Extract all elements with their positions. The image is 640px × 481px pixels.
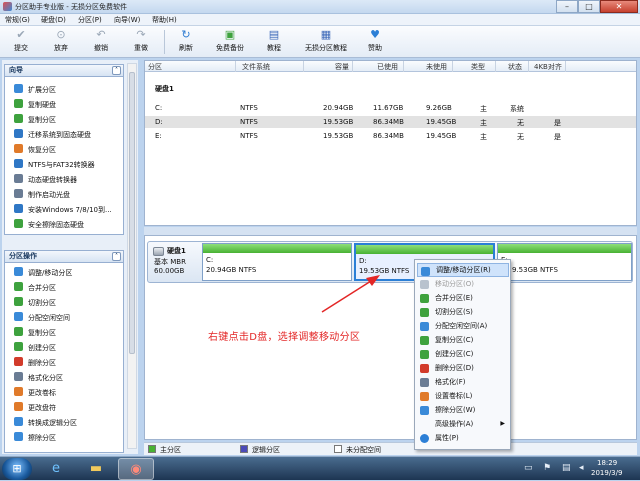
cm-label: 调整/移动分区(R) xyxy=(436,266,491,274)
cm-label: 高级操作(A) xyxy=(435,420,474,428)
cm-merge[interactable]: 合并分区(E) xyxy=(417,291,509,305)
cm-label: 擦除分区(W) xyxy=(435,406,476,414)
annotation-text: 右键点击D盘，选择调整移动分区 xyxy=(208,332,361,343)
clock-time[interactable]: 18:29 xyxy=(597,459,617,467)
format-icon xyxy=(420,378,429,387)
cm-label: 格式化(F) xyxy=(435,378,466,386)
move-icon xyxy=(420,280,429,289)
cm-label: 创建分区(C) xyxy=(435,350,474,358)
tray-display-icon[interactable]: ▭ xyxy=(524,463,533,473)
annotation-arrow xyxy=(321,275,380,313)
cm-copy[interactable]: 复制分区(C) xyxy=(417,333,509,347)
create-icon xyxy=(420,350,429,359)
cm-properties[interactable]: 属性(P) xyxy=(417,431,509,445)
explorer-taskbar-icon[interactable]: ▬ xyxy=(78,458,114,480)
properties-icon xyxy=(420,434,429,443)
cm-set-label[interactable]: 设置卷标(L) xyxy=(417,389,509,403)
tray-network-icon[interactable]: ▤ xyxy=(562,463,571,473)
cm-label: 设置卷标(L) xyxy=(435,392,473,400)
cm-resize-move[interactable]: 调整/移动分区(R) xyxy=(417,263,509,277)
ie-taskbar-icon[interactable]: e xyxy=(38,458,74,480)
submenu-arrow-icon: ▶ xyxy=(500,420,505,427)
cm-label: 复制分区(C) xyxy=(435,336,474,344)
cm-wipe[interactable]: 擦除分区(W) xyxy=(417,403,509,417)
wipe-icon xyxy=(420,406,429,415)
tray-volume-icon[interactable]: ◂ xyxy=(579,463,584,473)
cm-label: 切割分区(S) xyxy=(435,308,473,316)
cm-label: 属性(P) xyxy=(435,434,459,442)
cm-delete[interactable]: 删除分区(D) xyxy=(417,361,509,375)
context-menu: 调整/移动分区(R) 移动分区(O) 合并分区(E) 切割分区(S) 分配空闲空… xyxy=(414,259,511,450)
cm-split[interactable]: 切割分区(S) xyxy=(417,305,509,319)
start-button[interactable]: ⊞ xyxy=(2,458,32,480)
resize-icon xyxy=(421,267,430,276)
cm-label: 分配空闲空间(A) xyxy=(435,322,488,330)
merge-icon xyxy=(420,294,429,303)
cm-label: 移动分区(O) xyxy=(435,280,474,288)
taskbar: ⊞ e ▬ ◉ ▭ ⚑ ▤ ◂ 18:29 2019/3/9 xyxy=(0,456,640,480)
partition-assistant-taskbar-icon[interactable]: ◉ xyxy=(118,458,154,480)
cm-label: 合并分区(E) xyxy=(435,294,473,302)
cm-advanced[interactable]: 高级操作(A) ▶ xyxy=(417,417,509,431)
cm-format[interactable]: 格式化(F) xyxy=(417,375,509,389)
cm-move[interactable]: 移动分区(O) xyxy=(417,277,509,291)
tray-flag-icon[interactable]: ⚑ xyxy=(543,463,551,473)
clock-date[interactable]: 2019/3/9 xyxy=(591,469,622,477)
allocate-icon xyxy=(420,322,429,331)
cm-label: 删除分区(D) xyxy=(435,364,474,372)
cm-create[interactable]: 创建分区(C) xyxy=(417,347,509,361)
cm-allocate[interactable]: 分配空闲空间(A) xyxy=(417,319,509,333)
label-icon xyxy=(420,392,429,401)
split-icon xyxy=(420,308,429,317)
delete-icon xyxy=(420,364,429,373)
copy-icon xyxy=(420,336,429,345)
